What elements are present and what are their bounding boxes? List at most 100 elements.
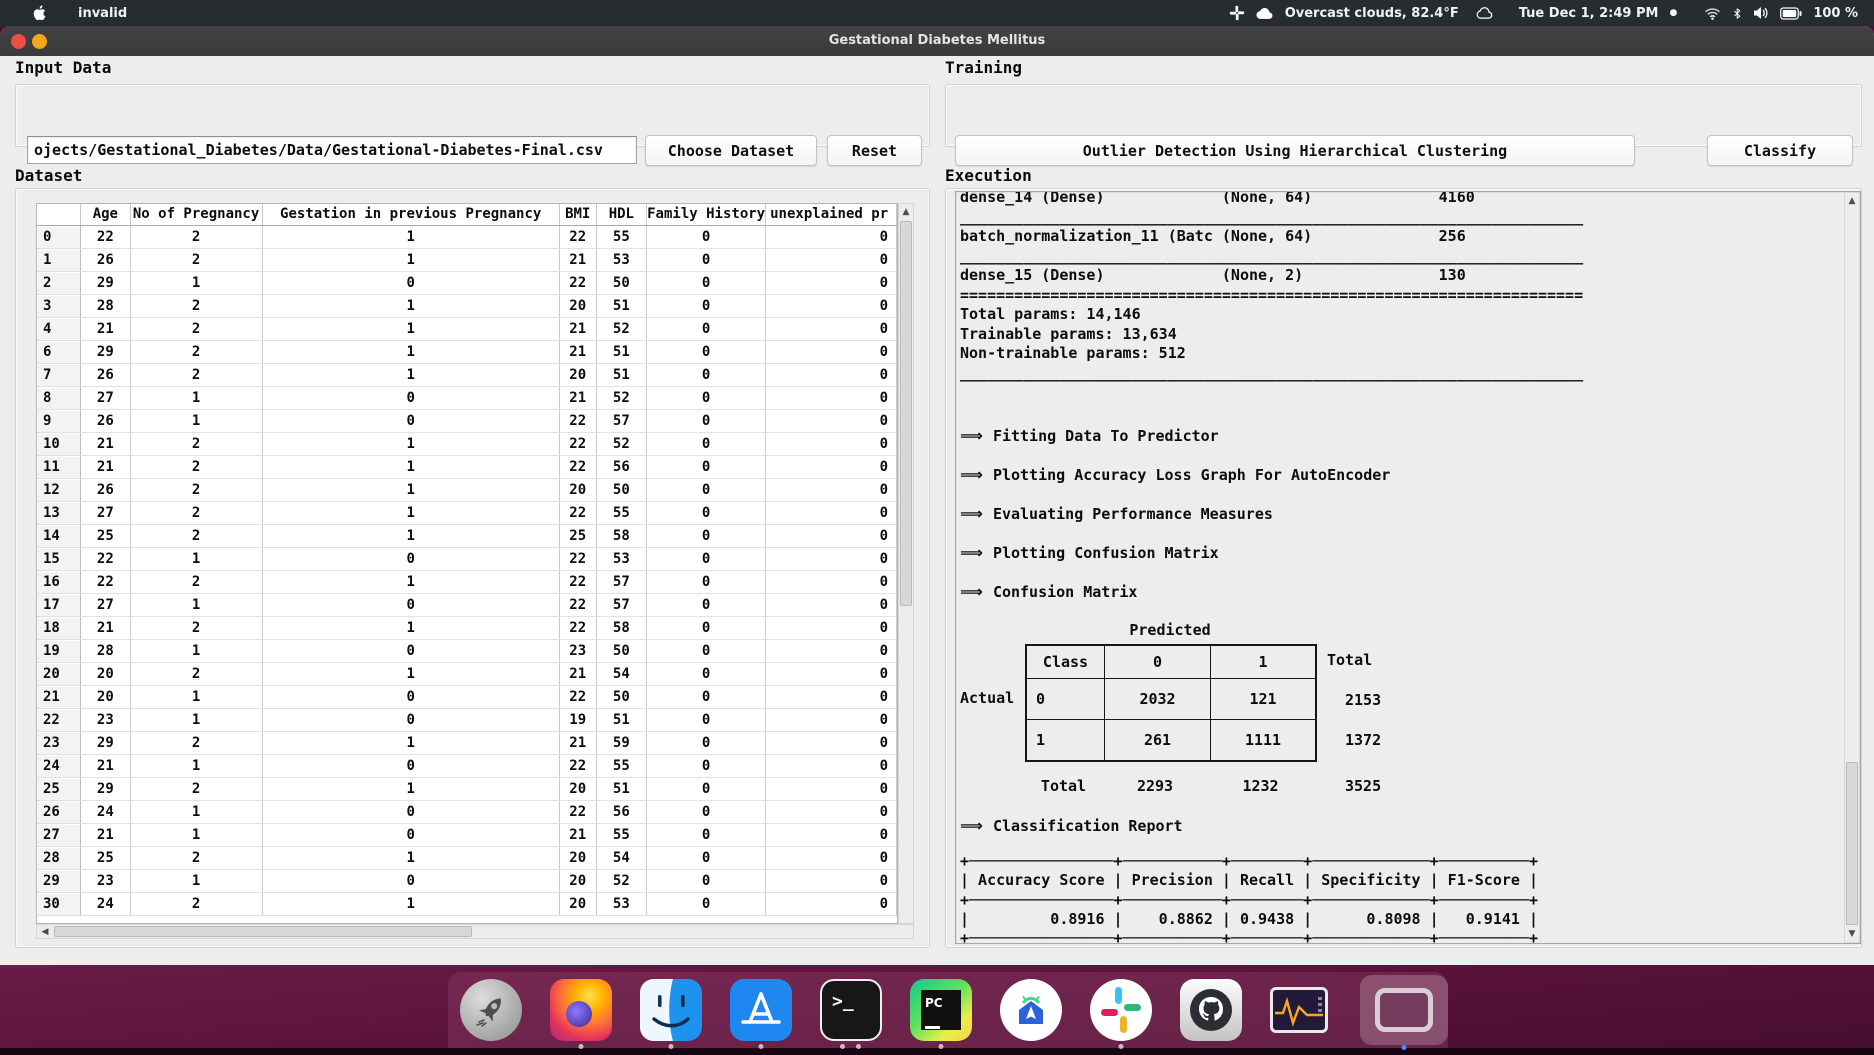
dataset-path-input[interactable]: ojects/Gestational_Diabetes/Data/Gestati… [27, 136, 637, 164]
table-row[interactable]: 112121225600 [37, 455, 897, 478]
dock-active-app[interactable] [1360, 975, 1448, 1045]
column-header[interactable] [37, 204, 81, 225]
bluetooth-icon[interactable] [1732, 6, 1742, 21]
execution-vertical-scrollbar[interactable]: ▲ ▼ [1844, 192, 1860, 943]
apple-menu-icon[interactable] [33, 4, 48, 22]
running-indicator-dot [759, 1044, 764, 1049]
scrollbar-thumb[interactable] [900, 221, 912, 606]
classification-report-text: +────────────────+───────────+────────+─… [960, 852, 1538, 944]
dock-icon-pycharm[interactable]: PC [910, 979, 972, 1041]
log-plotting-accuracy: ⟹ Plotting Accuracy Loss Graph For AutoE… [960, 465, 1390, 484]
dock-icon-firefox[interactable] [550, 979, 612, 1041]
column-header[interactable]: Gestation in previous Pregnancy [262, 204, 559, 225]
table-row[interactable]: 42121215200 [37, 317, 897, 340]
log-confusion-matrix: ⟹ Confusion Matrix [960, 582, 1137, 601]
running-indicator-dot [939, 1044, 944, 1049]
table-header-row[interactable]: AgeNo of PregnancyGestation in previous … [37, 204, 897, 225]
table-row[interactable]: 202021215400 [37, 662, 897, 685]
column-header[interactable]: Family History [647, 204, 766, 225]
table-row[interactable]: 302421205300 [37, 892, 897, 915]
dock-icon-launchpad[interactable] [460, 979, 522, 1041]
dataset-vertical-scrollbar[interactable]: ▲ [898, 203, 914, 924]
scroll-down-arrow-icon[interactable]: ▼ [1845, 927, 1859, 941]
table-row[interactable]: 242110225500 [37, 754, 897, 777]
column-header[interactable]: BMI [559, 204, 596, 225]
slack-tray-icon[interactable] [1229, 5, 1245, 21]
table-row[interactable]: 22910225000 [37, 271, 897, 294]
double-arrow-icon: ⟹ [960, 465, 983, 484]
dock-icon-slack[interactable] [1090, 979, 1152, 1041]
execution-section-label: Execution [945, 166, 1032, 185]
double-arrow-icon: ⟹ [960, 543, 983, 562]
dock-icon-finder[interactable] [640, 979, 702, 1041]
table-row[interactable]: 62921215100 [37, 340, 897, 363]
running-indicator-dot [856, 1044, 861, 1049]
table-row[interactable]: 292310205200 [37, 869, 897, 892]
table-row[interactable]: 222310195100 [37, 708, 897, 731]
active-indicator-dot [1402, 1045, 1407, 1050]
column-header[interactable]: Age [81, 204, 131, 225]
running-indicator-dot [1119, 1044, 1124, 1049]
desktop-bottom-strip [0, 1048, 1874, 1055]
wifi-icon[interactable] [1704, 7, 1721, 20]
classify-button[interactable]: Classify [1707, 135, 1853, 166]
table-row[interactable]: 192810235000 [37, 639, 897, 662]
firefox-globe [566, 1001, 592, 1027]
dock-icon-system-monitor[interactable] [1270, 979, 1332, 1041]
training-section-label: Training [945, 58, 1022, 77]
dock-icon-github[interactable] [1180, 979, 1242, 1041]
table-row[interactable]: 82710215200 [37, 386, 897, 409]
table-row[interactable]: 162221225700 [37, 570, 897, 593]
dock-icon-android-studio[interactable] [1000, 979, 1062, 1041]
row-total-0: 2153 [1345, 691, 1381, 709]
table-row[interactable]: 132721225500 [37, 501, 897, 524]
grand-total: 3525 [1345, 777, 1381, 795]
table-row[interactable]: 212010225000 [37, 685, 897, 708]
weather-status[interactable]: Overcast clouds, 82.4°F [1285, 6, 1459, 21]
battery-percent: 100 % [1813, 6, 1858, 21]
running-indicator-dot [669, 1044, 674, 1049]
table-row[interactable]: 142521255800 [37, 524, 897, 547]
table-row[interactable]: 232921215900 [37, 731, 897, 754]
table-row[interactable]: 72621205100 [37, 363, 897, 386]
scroll-left-arrow-icon[interactable]: ◀ [38, 925, 52, 939]
table-row[interactable]: 152210225300 [37, 547, 897, 570]
confusion-matrix-table: Class 0 1 0 2032 121 1 261 1111 [1025, 644, 1317, 762]
menubar-app-name[interactable]: invalid [78, 6, 127, 21]
log-classification-report: ⟹ Classification Report [960, 816, 1183, 835]
execution-output-area[interactable]: dense_14 (Dense) (None, 64) 4160 _______… [955, 191, 1861, 944]
dataset-table[interactable]: AgeNo of PregnancyGestation in previous … [36, 203, 898, 924]
table-row[interactable]: 92610225700 [37, 409, 897, 432]
table-row[interactable]: 182121225800 [37, 616, 897, 639]
column-header[interactable]: unexplained pr [766, 204, 897, 225]
table-row[interactable]: 32821205100 [37, 294, 897, 317]
dock-icon-terminal[interactable]: >_ [820, 979, 882, 1041]
title-bar[interactable]: Gestational Diabetes Mellitus [0, 26, 1874, 56]
table-row[interactable]: 252921205100 [37, 777, 897, 800]
log-plotting-confusion: ⟹ Plotting Confusion Matrix [960, 543, 1219, 562]
scroll-up-arrow-icon[interactable]: ▲ [899, 205, 913, 219]
table-row[interactable]: 12621215300 [37, 248, 897, 271]
dataset-horizontal-scrollbar[interactable]: ◀ [36, 924, 914, 939]
column-header[interactable]: No of Pregnancy [130, 204, 262, 225]
table-row[interactable]: 122621205000 [37, 478, 897, 501]
table-row[interactable]: 272110215500 [37, 823, 897, 846]
scrollbar-thumb[interactable] [1846, 762, 1858, 925]
dock-icon-app-store[interactable] [730, 979, 792, 1041]
table-row[interactable]: 282521205400 [37, 846, 897, 869]
choose-dataset-button[interactable]: Choose Dataset [645, 135, 817, 166]
scrollbar-thumb[interactable] [54, 926, 472, 937]
volume-icon[interactable] [1753, 6, 1769, 20]
cloud-outline-icon[interactable] [1476, 6, 1494, 20]
scroll-up-arrow-icon[interactable]: ▲ [1845, 194, 1859, 208]
battery-icon[interactable] [1780, 7, 1802, 20]
table-row[interactable]: 262410225600 [37, 800, 897, 823]
column-header[interactable]: HDL [596, 204, 647, 225]
table-row[interactable]: 102121225200 [37, 432, 897, 455]
clock[interactable]: Tue Dec 1, 2:49 PM [1519, 6, 1659, 21]
totals-row-label: Total [1025, 777, 1102, 795]
reset-button[interactable]: Reset [827, 135, 922, 166]
outlier-detection-button[interactable]: Outlier Detection Using Hierarchical Clu… [955, 135, 1635, 166]
table-row[interactable]: 02221225500 [37, 225, 897, 248]
table-row[interactable]: 172710225700 [37, 593, 897, 616]
